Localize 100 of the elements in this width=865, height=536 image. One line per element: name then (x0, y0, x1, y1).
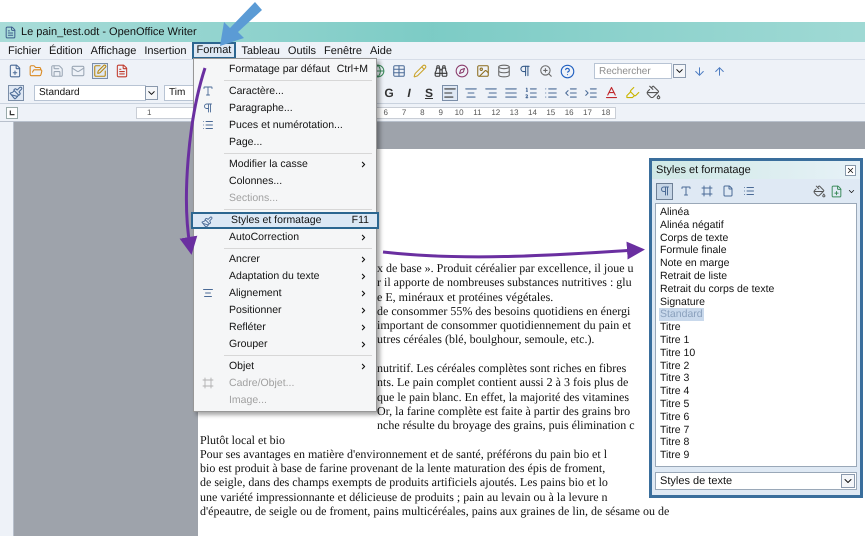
style-item[interactable]: Titre 10 (659, 346, 696, 360)
menu-entry[interactable]: Modifier la casse (194, 156, 376, 173)
tab-stop-button[interactable] (6, 106, 18, 118)
menu-entry[interactable]: Caractère... (194, 83, 376, 100)
menu-item[interactable]: Édition (45, 44, 87, 58)
style-item[interactable]: Signature (659, 296, 706, 308)
align-justify-icon[interactable] (504, 86, 518, 100)
menu-entry[interactable]: Alignement (194, 285, 376, 302)
document-text-line: Plutôt local et bio (200, 432, 285, 447)
ruler-number: 18 (600, 106, 612, 118)
style-item[interactable]: Titre 8 (659, 436, 690, 450)
style-item[interactable]: Alinéa (659, 206, 690, 219)
frame-icon (202, 377, 214, 389)
ruler-number: 8 (419, 106, 426, 118)
style-item[interactable]: Titre 2 (659, 360, 690, 372)
indent-decrease-icon[interactable] (564, 86, 578, 100)
format-button[interactable]: S (422, 84, 436, 102)
style-item[interactable]: Titre (659, 321, 682, 334)
menu-entry[interactable]: Objet (194, 358, 376, 375)
menu-item[interactable]: Outils (284, 44, 320, 58)
menu-entry[interactable]: Grouper (194, 336, 376, 353)
font-field[interactable]: Tim (164, 84, 194, 100)
style-item[interactable]: Formule finale (659, 244, 728, 258)
menu-entry[interactable]: AutoCorrection (194, 229, 376, 246)
fill-format-icon[interactable] (813, 184, 826, 198)
folder-icon[interactable] (29, 64, 43, 78)
menu-entry[interactable]: Page... (194, 134, 376, 151)
style-item[interactable]: Titre 9 (659, 449, 690, 462)
dropdown-button[interactable] (145, 86, 158, 100)
menu-entry[interactable]: Adaptation du texte (194, 268, 376, 285)
pilcrow-icon[interactable] (518, 64, 532, 78)
style-item[interactable]: Corps de texte (659, 232, 730, 244)
style-filter-dropdown[interactable]: Styles de texte (655, 472, 857, 490)
align-left-icon[interactable] (442, 84, 458, 100)
zoom-icon[interactable] (539, 64, 553, 78)
document-text-line: nts. Le pain complet contient aussi 2 à 3 fois plus de (377, 375, 628, 390)
menu-item[interactable]: Fichier (4, 44, 46, 58)
style-item[interactable]: Titre 7 (659, 424, 690, 436)
paint-bucket-icon[interactable] (646, 85, 661, 100)
style-item[interactable]: Titre 6 (659, 410, 690, 424)
style-item[interactable]: Titre 3 (659, 372, 690, 386)
style-field[interactable]: Standard (34, 84, 146, 100)
arrow-down-icon[interactable] (693, 64, 706, 78)
style-item[interactable]: Alinéa négatif (659, 218, 725, 232)
table-icon[interactable] (392, 64, 406, 78)
search-field[interactable]: Rechercher (594, 63, 672, 79)
menu-entry[interactable]: Ancrer (194, 251, 376, 268)
menu-item[interactable]: Format (192, 42, 236, 59)
menu-entry[interactable]: Refléter (194, 319, 376, 336)
close-icon[interactable] (845, 164, 856, 176)
document-text-line: important de consommer quotidiennement du pain et (377, 318, 631, 332)
numbered-list-icon[interactable] (524, 86, 538, 100)
new-style-icon[interactable] (830, 184, 843, 198)
menu-entry[interactable]: Colonnes... (194, 173, 376, 190)
binoculars-icon[interactable] (434, 64, 448, 78)
format-button[interactable]: G (382, 84, 396, 102)
style-item[interactable]: Retrait du corps de texte (659, 282, 776, 296)
ruler-number: 12 (490, 106, 502, 118)
menu-item[interactable]: Insertion (140, 44, 191, 58)
menu-item[interactable]: Aide (366, 44, 396, 58)
font-color-icon[interactable] (604, 85, 619, 100)
menu-entry[interactable]: Puces et numérotation... (194, 117, 376, 134)
styles-icon[interactable] (8, 84, 24, 100)
style-item[interactable]: Titre 5 (659, 398, 690, 411)
character-icon (680, 185, 692, 197)
ruler-number: 6 (382, 106, 389, 118)
new-document-icon[interactable] (8, 64, 22, 78)
style-item[interactable]: Titre 1 (659, 334, 690, 347)
document-text-line: de seigle, dans des champs exempts de produits artificiels ajoutés. Les pains bio et lo (200, 475, 608, 490)
database-icon[interactable] (497, 64, 511, 78)
style-item[interactable]: Note en marge (659, 257, 730, 270)
menu-entry[interactable]: Styles et formatage F11 (191, 212, 379, 229)
annotation-arrow (220, 2, 262, 46)
align-center-icon[interactable] (464, 86, 478, 100)
format-button[interactable]: I (402, 84, 416, 102)
document-text-line: que le pain blanc. En effet, la majorité des vitamines (377, 390, 630, 404)
indent-increase-icon[interactable] (584, 86, 598, 100)
menu-entry[interactable]: Paragraphe... (194, 100, 376, 117)
style-item[interactable]: Titre 4 (659, 385, 690, 398)
menu-entry[interactable]: Positionner (194, 302, 376, 319)
document-text-line: une variété impressionnante et délicieuse de produits ; pain au levain ou à la levure n (200, 490, 608, 504)
pdf-icon[interactable] (115, 64, 129, 78)
menu-entry[interactable]: Formatage par défaut Ctrl+M (194, 61, 376, 78)
paragraph-icon (658, 185, 670, 197)
menu-item[interactable]: Affichage (86, 44, 140, 58)
image-icon[interactable] (476, 64, 490, 78)
align-right-icon[interactable] (484, 86, 498, 100)
edit-icon[interactable] (92, 63, 108, 79)
compass-icon[interactable] (455, 64, 469, 78)
menu-item[interactable]: Tableau (237, 44, 284, 58)
category-button[interactable] (656, 182, 673, 200)
align-icon (202, 287, 214, 299)
document-text-line: Pour ses avantages en matière d'environnement et de santé, préférons du pain bio et l (200, 446, 608, 462)
menu-item[interactable]: Fenêtre (320, 44, 366, 58)
style-item[interactable]: Retrait de liste (659, 270, 728, 283)
ruler-number: 9 (438, 106, 444, 118)
document-text-line: nutritif. Les céréales complètes sont riches en fibres (377, 361, 626, 376)
dropdown-button[interactable] (673, 64, 686, 78)
help-icon[interactable] (560, 64, 575, 78)
arrow-up-icon[interactable] (713, 64, 726, 78)
